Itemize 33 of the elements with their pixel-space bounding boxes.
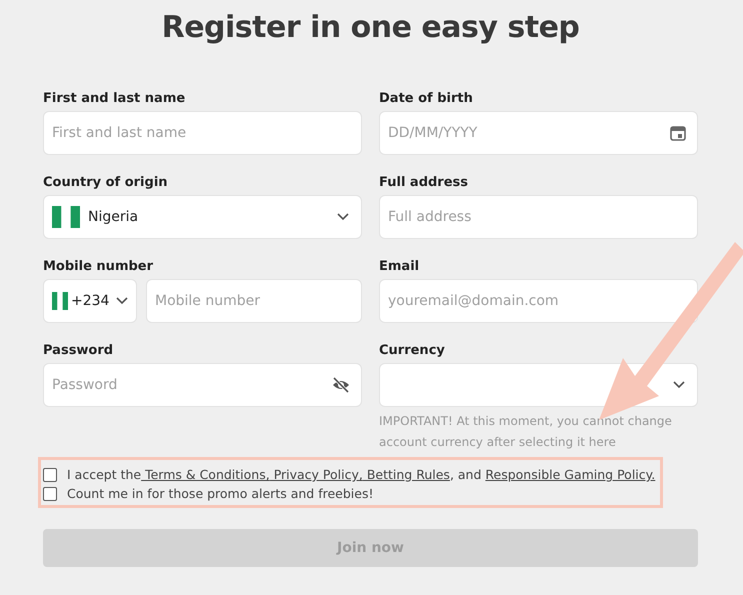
- input-field[interactable]: First and last name: [43, 111, 362, 155]
- input-field[interactable]: DD/MM/YYYY: [379, 111, 698, 155]
- page-title: Register in one easy step: [160, 10, 580, 45]
- help-text: IMPORTANT! At this moment, you cannot change account currency after selecting it here: [379, 413, 673, 451]
- input-field[interactable]: Password: [43, 363, 362, 407]
- consent-text: Count me in for those promo alerts and freebies!: [67, 486, 374, 501]
- calendar-icon[interactable]: [670, 125, 686, 141]
- chevron-down-icon[interactable]: [673, 381, 685, 389]
- field-label: Date of birth: [379, 91, 474, 108]
- chevron-down-icon[interactable]: [116, 297, 128, 305]
- field-label: Country of origin: [43, 175, 169, 192]
- consent-text: I accept the Terms & Conditions, Privacy Policy, Betting Rules, and Responsible Gaming Policy.: [67, 467, 656, 482]
- policy-link[interactable]: Privacy Policy,: [270, 467, 363, 482]
- policy-link[interactable]: Terms & Conditions,: [141, 467, 270, 482]
- field-label: Mobile number: [43, 259, 154, 276]
- field-label: First and last name: [43, 91, 186, 108]
- checkbox[interactable]: [43, 486, 57, 500]
- policy-link[interactable]: Responsible Gaming Policy.: [485, 467, 656, 482]
- field-label: Full address: [379, 175, 470, 192]
- chevron-down-icon[interactable]: [337, 213, 349, 221]
- field-label: Password: [43, 343, 114, 360]
- flag-icon[interactable]: [52, 292, 68, 310]
- field-label: Currency: [379, 343, 446, 360]
- field-label: Email: [379, 259, 420, 276]
- flag-icon[interactable]: [52, 206, 80, 228]
- input-field[interactable]: Full address: [379, 195, 698, 239]
- input-field[interactable]: Mobile number: [146, 279, 362, 323]
- country-code-select[interactable]: +234: [43, 279, 137, 323]
- eye-slash-icon[interactable]: [332, 377, 350, 393]
- country-select[interactable]: Nigeria: [43, 195, 362, 239]
- policy-link[interactable]: Betting Rules: [362, 467, 450, 482]
- input-field[interactable]: youremail@domain.com: [379, 279, 698, 323]
- checkbox[interactable]: [43, 468, 57, 482]
